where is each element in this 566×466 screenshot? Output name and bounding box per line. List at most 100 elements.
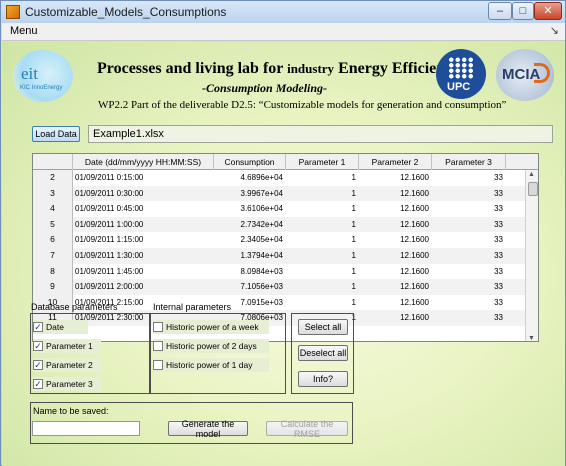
row-index: 5 — [33, 216, 73, 233]
name-to-save-label: Name to be saved: — [33, 406, 109, 416]
checkbox-date[interactable]: ✓ Date — [33, 320, 88, 334]
checkbox-box[interactable]: ✓ — [33, 341, 43, 351]
cell-consumption[interactable]: 2.7342e+04 — [214, 217, 286, 233]
cell-parameter-1[interactable]: 1 — [286, 170, 359, 186]
checkbox-parameter-1[interactable]: ✓ Parameter 1 — [33, 339, 101, 353]
app-window: Customizable_Models_Consumptions – □ ✕ M… — [0, 0, 566, 466]
checkbox-label: Historic power of 2 days — [166, 341, 257, 351]
cell-date[interactable]: 01/09/2011 0:15:00 — [75, 170, 214, 186]
cell-parameter-2[interactable]: 12.1600 — [359, 264, 432, 280]
checkbox-box[interactable] — [153, 341, 163, 351]
table-row[interactable]: 5 01/09/2011 1:00:00 2.7342e+04 1 12.160… — [33, 216, 538, 233]
cell-parameter-2[interactable]: 12.1600 — [359, 186, 432, 202]
table-scrollbar[interactable]: ▲ ▼ — [525, 170, 538, 341]
cell-consumption[interactable]: 2.3405e+04 — [214, 232, 286, 248]
table-row[interactable]: 9 01/09/2011 2:00:00 7.1056e+03 1 12.160… — [33, 279, 538, 295]
column-header[interactable]: Date (dd/mm/yyyy HH:MM:SS) — [73, 154, 214, 170]
cell-parameter-3[interactable]: 33 — [432, 248, 506, 264]
cell-date[interactable]: 01/09/2011 0:30:00 — [75, 186, 214, 202]
checkbox-historic-week[interactable]: Historic power of a week — [153, 320, 269, 334]
generate-model-button[interactable]: Generate the model — [168, 419, 248, 439]
table-row[interactable]: 6 01/09/2011 1:15:00 2.3405e+04 1 12.160… — [33, 232, 538, 248]
table-row[interactable]: 7 01/09/2011 1:30:00 1.3794e+04 1 12.160… — [33, 248, 538, 264]
cell-parameter-1[interactable]: 1 — [286, 201, 359, 217]
cell-date[interactable]: 01/09/2011 2:00:00 — [75, 279, 214, 295]
checkbox-box[interactable]: ✓ — [33, 360, 43, 370]
menu-item[interactable]: Menu — [10, 25, 38, 37]
cell-parameter-3[interactable]: 33 — [432, 170, 506, 186]
cell-parameter-3[interactable]: 33 — [432, 201, 506, 217]
cell-parameter-2[interactable]: 12.1600 — [359, 279, 432, 295]
calculate-rmse-button[interactable]: Calculate the RMSE — [266, 419, 348, 439]
scroll-up-icon[interactable]: ▲ — [528, 171, 535, 178]
cell-consumption[interactable]: 3.6106e+04 — [214, 201, 286, 217]
checkbox-box[interactable]: ✓ — [33, 379, 43, 389]
cell-date[interactable]: 01/09/2011 1:45:00 — [75, 264, 214, 280]
cell-parameter-2[interactable]: 12.1600 — [359, 248, 432, 264]
deselect-all-button[interactable]: Deselect all — [298, 345, 348, 361]
row-index: 9 — [33, 279, 73, 295]
scroll-down-icon[interactable]: ▼ — [528, 335, 535, 341]
checkbox-parameter-3[interactable]: ✓ Parameter 3 — [33, 377, 101, 391]
table-row[interactable]: 2 01/09/2011 0:15:00 4.6896e+04 1 12.160… — [33, 170, 538, 186]
cell-date[interactable]: 01/09/2011 1:15:00 — [75, 232, 214, 248]
maximize-icon[interactable]: □ — [512, 2, 534, 20]
cell-parameter-1[interactable]: 1 — [286, 264, 359, 280]
cell-parameter-1[interactable]: 1 — [286, 232, 359, 248]
checkbox-historic-1-day[interactable]: Historic power of 1 day — [153, 358, 269, 372]
cell-parameter-3[interactable]: 33 — [432, 217, 506, 233]
checkbox-parameter-2[interactable]: ✓ Parameter 2 — [33, 358, 101, 372]
row-index: 3 — [33, 185, 73, 202]
cell-date[interactable]: 01/09/2011 1:00:00 — [75, 217, 214, 233]
column-header[interactable]: Consumption — [214, 154, 286, 170]
close-icon[interactable]: ✕ — [534, 2, 562, 20]
table-row[interactable]: 4 01/09/2011 0:45:00 3.6106e+04 1 12.160… — [33, 201, 538, 217]
column-header[interactable]: Parameter 1 — [286, 154, 359, 170]
info-button[interactable]: Info? — [298, 371, 348, 387]
column-header[interactable]: Parameter 3 — [432, 154, 506, 170]
checkbox-box[interactable]: ✓ — [33, 322, 43, 332]
cell-parameter-3[interactable]: 33 — [432, 264, 506, 280]
cell-parameter-2[interactable]: 12.1600 — [359, 232, 432, 248]
dock-arrow-icon[interactable]: ↘ — [550, 24, 559, 37]
cell-date[interactable]: 01/09/2011 1:30:00 — [75, 248, 214, 264]
cell-parameter-2[interactable]: 12.1600 — [359, 310, 432, 326]
table-row[interactable]: 3 01/09/2011 0:30:00 3.9967e+04 1 12.160… — [33, 185, 538, 202]
cell-consumption[interactable]: 3.9967e+04 — [214, 186, 286, 202]
cell-consumption[interactable]: 1.3794e+04 — [214, 248, 286, 264]
cell-parameter-3[interactable]: 33 — [432, 232, 506, 248]
minimize-icon[interactable]: – — [488, 2, 512, 20]
cell-parameter-3[interactable]: 33 — [432, 279, 506, 295]
upc-logo: UPC — [436, 49, 486, 99]
cell-parameter-3[interactable]: 33 — [432, 295, 506, 311]
cell-parameter-2[interactable]: 12.1600 — [359, 170, 432, 186]
mcia-logo-mark — [534, 63, 550, 83]
column-header[interactable]: Parameter 2 — [359, 154, 432, 170]
cell-consumption[interactable]: 4.6896e+04 — [214, 170, 286, 186]
table-row[interactable]: 8 01/09/2011 1:45:00 8.0984e+03 1 12.160… — [33, 263, 538, 280]
cell-parameter-2[interactable]: 12.1600 — [359, 295, 432, 311]
cell-parameter-1[interactable]: 1 — [286, 248, 359, 264]
cell-parameter-3[interactable]: 33 — [432, 186, 506, 202]
loaded-filename: Example1.xlsx — [88, 125, 553, 143]
title-part-small: industry — [287, 61, 335, 76]
cell-parameter-2[interactable]: 12.1600 — [359, 201, 432, 217]
cell-consumption[interactable]: 8.0984e+03 — [214, 264, 286, 280]
row-index: 7 — [33, 248, 73, 264]
cell-parameter-1[interactable]: 1 — [286, 295, 359, 311]
cell-date[interactable]: 01/09/2011 0:45:00 — [75, 201, 214, 217]
checkbox-historic-2-days[interactable]: Historic power of 2 days — [153, 339, 269, 353]
checkbox-box[interactable] — [153, 360, 163, 370]
cell-consumption[interactable]: 7.1056e+03 — [214, 279, 286, 295]
scroll-thumb[interactable] — [528, 182, 538, 196]
load-data-button[interactable]: Load Data — [32, 126, 80, 142]
select-all-button[interactable]: Select all — [298, 319, 348, 335]
cell-parameter-1[interactable]: 1 — [286, 279, 359, 295]
cell-parameter-1[interactable]: 1 — [286, 217, 359, 233]
cell-parameter-3[interactable]: 33 — [432, 310, 506, 326]
cell-parameter-2[interactable]: 12.1600 — [359, 217, 432, 233]
cell-parameter-1[interactable]: 1 — [286, 186, 359, 202]
model-name-input[interactable] — [32, 421, 140, 436]
checkbox-label: Date — [46, 322, 64, 332]
checkbox-box[interactable] — [153, 322, 163, 332]
